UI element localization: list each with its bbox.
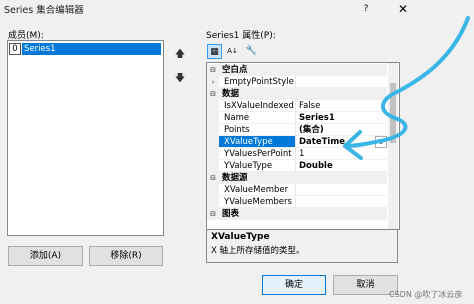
annotation-arrow (343, 16, 470, 160)
watermark: CSDN @吹了冰云彦 (389, 290, 463, 299)
